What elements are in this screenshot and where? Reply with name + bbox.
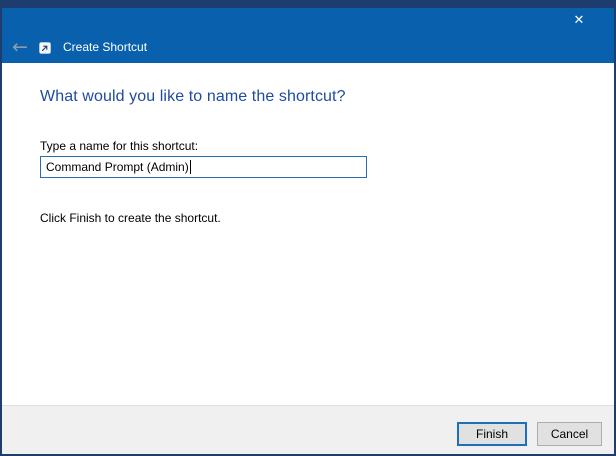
close-icon[interactable]: ✕ bbox=[562, 8, 596, 32]
wizard-content: What would you like to name the shortcut… bbox=[2, 63, 614, 405]
shortcut-name-value: Command Prompt (Admin) bbox=[46, 160, 189, 174]
shortcut-name-input[interactable]: Command Prompt (Admin) bbox=[40, 156, 367, 178]
text-caret bbox=[189, 160, 191, 174]
cancel-button[interactable]: Cancel bbox=[537, 422, 602, 446]
back-icon[interactable]: ← bbox=[7, 36, 33, 58]
finish-button[interactable]: Finish bbox=[457, 422, 527, 446]
wizard-header: ✕ ← Create Shortcut bbox=[2, 8, 614, 63]
header-nav-row: ← Create Shortcut bbox=[7, 36, 147, 58]
wizard-footer: Finish Cancel bbox=[2, 405, 614, 454]
shortcut-name-label: Type a name for this shortcut: bbox=[40, 139, 199, 153]
wizard-title: Create Shortcut bbox=[63, 40, 148, 54]
finish-instruction: Click Finish to create the shortcut. bbox=[40, 211, 221, 225]
shortcut-icon bbox=[39, 41, 51, 54]
create-shortcut-wizard-window: ✕ ← Create Shortcut What would you like … bbox=[0, 0, 616, 456]
page-heading: What would you like to name the shortcut… bbox=[40, 88, 346, 105]
